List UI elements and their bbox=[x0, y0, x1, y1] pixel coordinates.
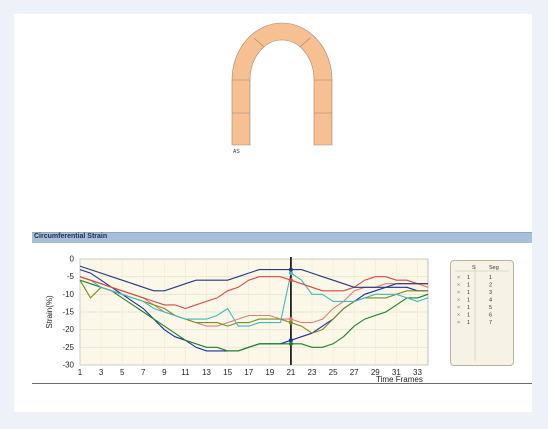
cursor-point bbox=[288, 320, 293, 325]
x-tick-label: 15 bbox=[223, 368, 232, 377]
cursor-point bbox=[288, 278, 293, 283]
x-tick-label: 5 bbox=[120, 368, 125, 377]
divider-line bbox=[32, 383, 532, 384]
legend-row-s: 1 bbox=[467, 298, 470, 304]
cursor-point bbox=[288, 317, 293, 322]
cursor-point bbox=[288, 267, 293, 272]
y-tick-label: 0 bbox=[70, 255, 75, 264]
legend-row-mark: × bbox=[457, 290, 460, 296]
x-tick-label: 3 bbox=[99, 368, 104, 377]
x-tick-label: 23 bbox=[308, 368, 317, 377]
y-axis-label: Strain(%) bbox=[45, 295, 54, 329]
x-tick-label: 25 bbox=[329, 368, 338, 377]
cursor-point bbox=[288, 271, 293, 276]
series-legend: S Seg × 1 1 × 1 2 × 1 3 × 1 4 × 1 5 × 1 6 × 1 7 bbox=[450, 260, 514, 366]
legend-row-mark: × bbox=[457, 275, 460, 281]
legend-row-s: 1 bbox=[467, 275, 470, 281]
x-tick-label: 7 bbox=[141, 368, 146, 377]
legend-row-mark: × bbox=[457, 305, 460, 311]
legend-row-seg: 7 bbox=[489, 320, 492, 326]
legend-row-seg: 6 bbox=[489, 313, 492, 319]
y-tick-label: -25 bbox=[62, 343, 74, 352]
legend-column-header: Seg bbox=[489, 265, 499, 271]
legend-row-s: 1 bbox=[467, 313, 470, 319]
x-tick-label: 9 bbox=[162, 368, 167, 377]
x-tick-label: 19 bbox=[265, 368, 274, 377]
x-tick-label: 13 bbox=[202, 368, 211, 377]
legend-row-mark: × bbox=[457, 283, 460, 289]
x-tick-label: 27 bbox=[350, 368, 359, 377]
legend-row-mark: × bbox=[457, 320, 460, 326]
legend-row-mark: × bbox=[457, 313, 460, 319]
legend-row-seg: 3 bbox=[489, 290, 492, 296]
y-tick-label: -20 bbox=[62, 325, 74, 334]
legend-row-s: 1 bbox=[467, 320, 470, 326]
legend-row-seg: 5 bbox=[489, 305, 492, 311]
legend-row-s: 1 bbox=[467, 305, 470, 311]
x-tick-label: 21 bbox=[286, 368, 295, 377]
cursor-point bbox=[288, 338, 293, 343]
x-tick-label: 1 bbox=[78, 368, 83, 377]
legend-row-seg: 2 bbox=[489, 283, 492, 289]
legend-row-s: 1 bbox=[467, 290, 470, 296]
legend-row-seg: 4 bbox=[489, 298, 492, 304]
x-tick-label: 11 bbox=[181, 368, 190, 377]
cursor-point bbox=[288, 341, 293, 346]
y-tick-label: -30 bbox=[62, 361, 74, 370]
legend-row-seg: 1 bbox=[489, 275, 492, 281]
legend-row-s: 1 bbox=[467, 283, 470, 289]
y-tick-label: -5 bbox=[67, 272, 75, 281]
y-tick-label: -15 bbox=[62, 308, 74, 317]
x-tick-label: 17 bbox=[244, 368, 253, 377]
y-tick-label: -10 bbox=[62, 290, 74, 299]
legend-row-mark: × bbox=[457, 298, 460, 304]
legend-column-header: S bbox=[472, 265, 476, 271]
